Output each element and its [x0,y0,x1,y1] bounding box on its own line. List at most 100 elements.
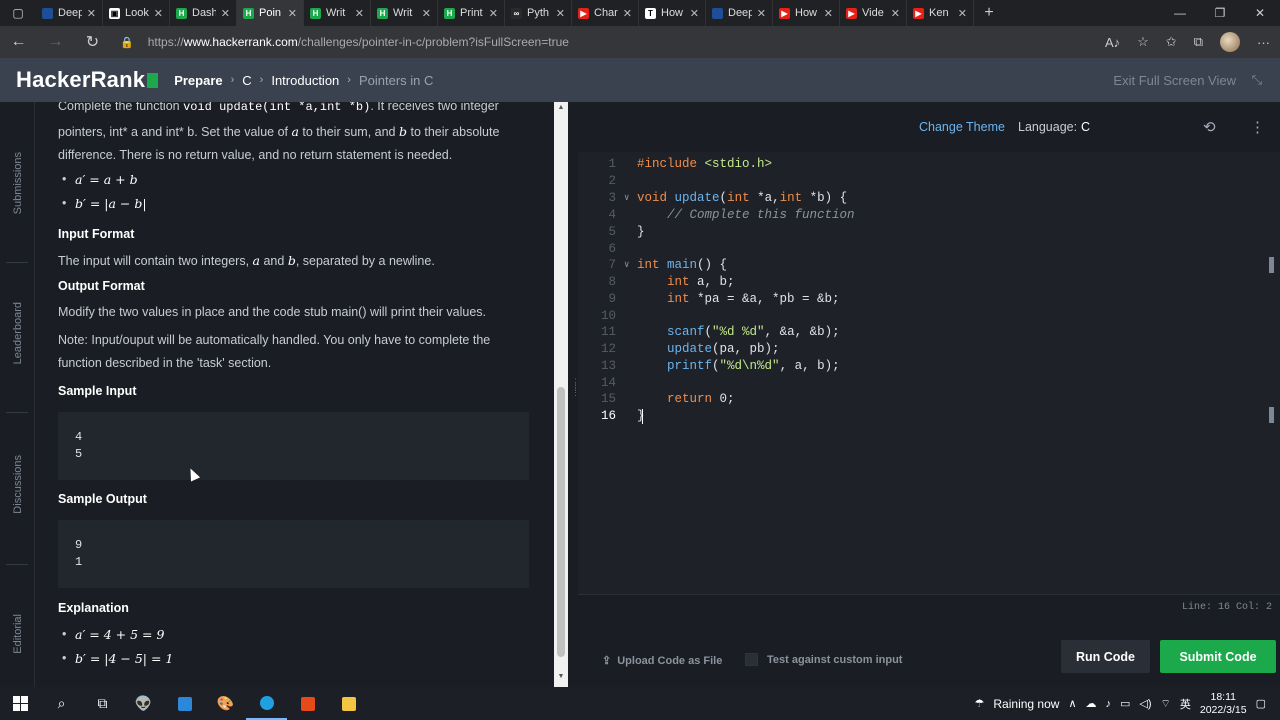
search-icon[interactable]: ⌕ [41,687,82,720]
tab-favicon-icon: ▶ [913,7,924,19]
store-icon[interactable] [164,687,205,720]
profile-avatar[interactable] [1220,32,1240,52]
language-select[interactable]: C [1081,120,1090,134]
breadcrumb-prepare[interactable]: Prepare [174,73,222,88]
line-number: 2 [608,174,616,188]
browser-tab[interactable]: H Print ✕ [438,0,505,26]
exit-fullscreen-link[interactable]: Exit Full Screen View [1113,73,1236,88]
breadcrumb-introduction[interactable]: Introduction [271,73,339,88]
edge-browser-icon[interactable] [246,687,287,720]
browser-tab[interactable]: H Poin ✕ [237,0,304,26]
add-favorite-icon[interactable]: ☆ [1137,34,1149,50]
battery-icon[interactable]: ▭ [1120,697,1130,710]
collections-icon[interactable]: ⧉ [1194,34,1203,50]
browser-tab[interactable]: ∞ Pyth ✕ [505,0,572,26]
tab-close-icon[interactable]: ✕ [623,7,632,20]
editor-scroll-marker[interactable] [1269,407,1274,423]
tab-close-icon[interactable]: ✕ [958,7,967,20]
hackerrank-logo[interactable]: HackerRank [16,67,159,93]
back-icon[interactable]: ← [0,26,37,58]
sample-input-line: 4 [75,429,83,444]
fold-chevron-icon[interactable]: ∨ [624,190,629,207]
clock[interactable]: 18:11 2022/3/15 [1200,691,1247,717]
network-icon[interactable]: ⌔ [1161,697,1171,711]
tab-close-icon[interactable]: ✕ [422,7,431,20]
url-host: www.hackerrank.com [183,35,298,49]
browser-tab[interactable]: H Writ ✕ [304,0,371,26]
scroll-up-icon[interactable]: ▲ [554,104,568,116]
rail-submissions[interactable]: Submissions [0,152,35,214]
alien-app-icon[interactable]: 👽 [123,687,164,720]
tab-label: How [795,7,818,19]
submit-code-button[interactable]: Submit Code [1160,640,1276,673]
scroll-down-icon[interactable]: ▼ [554,673,568,685]
change-theme-button[interactable]: Change Theme [919,120,1005,134]
media-app-icon[interactable] [287,687,328,720]
tab-actions-icon[interactable]: ▢ [0,0,36,26]
code-editor[interactable]: 1 #include <stdio.h> 2 3 ∨ void update(int … [578,152,1280,594]
browser-tab[interactable]: ▶ How ✕ [773,0,840,26]
windows-start-icon[interactable] [0,687,41,720]
read-aloud-icon[interactable]: A♪ [1105,35,1120,50]
breadcrumb: Prepare › C › Introduction › Pointers in… [174,73,433,88]
tab-close-icon[interactable]: ✕ [154,7,163,20]
browser-tab[interactable]: Deep ✕ [36,0,103,26]
browser-tab[interactable]: T How ✕ [639,0,706,26]
chevron-up-icon[interactable]: ∧ [1068,697,1076,710]
more-options-icon[interactable]: ⋮ [1250,118,1265,136]
close-window-icon[interactable]: ✕ [1240,0,1280,26]
rail-leaderboard[interactable]: Leaderboard [0,302,35,364]
upload-code-button[interactable]: ⇪ Upload Code as File [602,654,722,668]
cloud-icon[interactable]: ☁ [1086,697,1097,710]
tab-close-icon[interactable]: ✕ [690,7,699,20]
tab-close-icon[interactable]: ✕ [288,7,297,20]
browser-tab[interactable]: H Writ ✕ [371,0,438,26]
code-line: 1 #include <stdio.h> [578,156,1268,173]
task-view-icon[interactable]: ⧉ [82,687,123,720]
tab-label: Writ [326,7,346,19]
new-tab-button[interactable]: + [974,4,1004,22]
weather-icon[interactable]: ☂ [975,697,985,710]
browser-tab[interactable]: Deep ✕ [706,0,773,26]
custom-input-label[interactable]: Test against custom input [767,654,902,666]
url-field[interactable]: 🔒 https://www.hackerrank.com/challenges/… [120,30,1060,54]
editor-scroll-marker[interactable] [1269,257,1274,273]
tab-close-icon[interactable]: ✕ [221,7,230,20]
restore-icon[interactable]: ❐ [1200,0,1240,26]
tab-close-icon[interactable]: ✕ [87,7,96,20]
forward-icon[interactable]: → [37,26,74,58]
browser-tab[interactable]: ▶ Ken ✕ [907,0,974,26]
scrollbar-thumb[interactable] [557,387,565,657]
favorites-icon[interactable]: ✩ [1166,34,1177,50]
browser-tab[interactable]: ▶ Vide ✕ [840,0,907,26]
tab-close-icon[interactable]: ✕ [556,7,565,20]
browser-tab[interactable]: H Dash ✕ [170,0,237,26]
reload-icon[interactable]: ↻ [74,26,111,58]
ime-indicator[interactable]: 英 [1180,696,1191,712]
problem-scrollbar[interactable]: ▲ ▼ [554,102,568,687]
rail-divider [6,262,28,263]
minimize-icon[interactable]: — [1160,0,1200,26]
tab-close-icon[interactable]: ✕ [824,7,833,20]
rail-discussions[interactable]: Discussions [0,455,35,514]
volume-icon[interactable]: ◁) [1139,697,1151,710]
tab-close-icon[interactable]: ✕ [891,7,900,20]
breadcrumb-c[interactable]: C [242,73,251,88]
browser-tab[interactable]: ▣ Look ✕ [103,0,170,26]
paint-icon[interactable]: 🎨 [205,687,246,720]
history-icon[interactable]: ⟲ [1203,118,1216,136]
browser-tab[interactable]: ▶ Char ✕ [572,0,639,26]
browser-menu-icon[interactable]: ··· [1257,35,1270,50]
file-explorer-icon[interactable] [328,687,369,720]
fold-chevron-icon[interactable]: ∨ [624,257,629,274]
notification-icon[interactable]: ▢ [1256,697,1266,710]
microphone-icon[interactable]: ♪ [1106,698,1112,710]
tab-close-icon[interactable]: ✕ [489,7,498,20]
rail-editorial[interactable]: Editorial [0,614,35,654]
tab-close-icon[interactable]: ✕ [355,7,364,20]
run-code-button[interactable]: Run Code [1061,640,1150,673]
custom-input-checkbox[interactable] [745,653,758,666]
tab-close-icon[interactable]: ✕ [757,7,766,20]
weather-text[interactable]: Raining now [993,697,1059,711]
exit-fullscreen-icon[interactable]: ⤡ [1252,72,1262,88]
